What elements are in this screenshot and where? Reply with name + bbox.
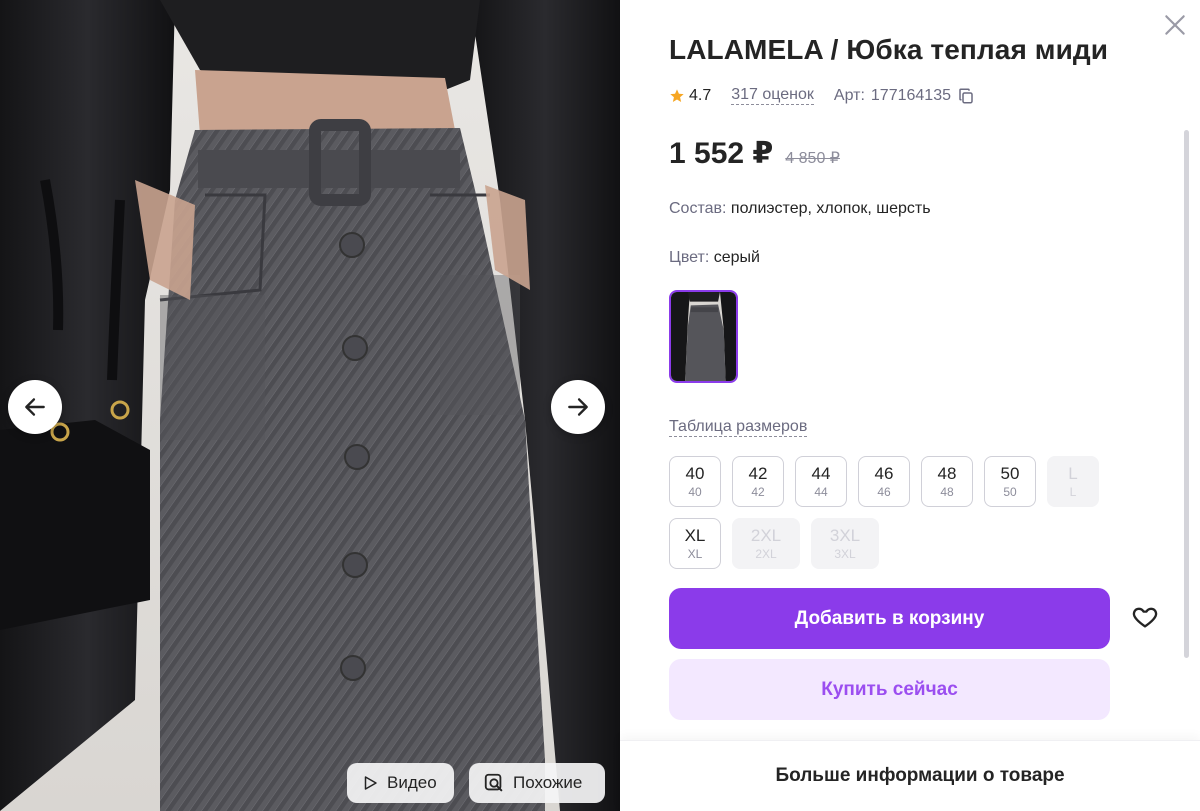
size-option-sublabel: 50 bbox=[1003, 484, 1017, 499]
size-option-label: 40 bbox=[685, 463, 705, 483]
size-option[interactable]: 48 48 bbox=[921, 456, 973, 507]
size-option-sublabel: 42 bbox=[751, 484, 765, 499]
size-option-sublabel: L bbox=[1069, 484, 1077, 499]
size-option[interactable]: 50 50 bbox=[984, 456, 1036, 507]
old-price: 4 850 ₽ bbox=[785, 150, 840, 167]
size-option[interactable]: 44 44 bbox=[795, 456, 847, 507]
article: Арт: 177164135 bbox=[834, 87, 975, 105]
product-photo bbox=[0, 0, 620, 811]
size-option[interactable]: 42 42 bbox=[732, 456, 784, 507]
more-info-button[interactable]: Больше информации о товаре bbox=[620, 740, 1200, 811]
size-option-label: 2XL bbox=[750, 525, 782, 545]
size-option-sublabel: 40 bbox=[688, 484, 702, 499]
similar-label: Похожие bbox=[513, 773, 583, 792]
play-icon bbox=[364, 776, 377, 790]
reviews-link[interactable]: 317 оценок bbox=[731, 86, 814, 105]
composition-value: полиэстер, хлопок, шерсть bbox=[730, 200, 931, 217]
buy-now-button[interactable]: Купить сейчас bbox=[669, 659, 1110, 720]
favorite-button[interactable] bbox=[1129, 601, 1161, 633]
size-option-sublabel: 46 bbox=[877, 484, 891, 499]
current-price: 1 552 ₽ bbox=[669, 137, 774, 170]
size-option-sublabel: 3XL bbox=[834, 546, 856, 561]
size-option-label: XL bbox=[684, 525, 706, 545]
color: Цвет: серый bbox=[669, 249, 760, 267]
size-option-sublabel: 48 bbox=[940, 484, 954, 499]
product-info-panel: LALAMELA / Юбка теплая миди 4.7 317 оцен… bbox=[620, 0, 1200, 811]
product-title: LALAMELA / Юбка теплая миди bbox=[669, 34, 1109, 65]
size-option: LL bbox=[1047, 456, 1099, 507]
size-option-label: 50 bbox=[1000, 463, 1020, 483]
star-icon bbox=[670, 88, 684, 102]
rating: 4.7 bbox=[669, 87, 711, 105]
size-option[interactable]: XL XL bbox=[669, 518, 721, 569]
heart-icon bbox=[1132, 607, 1158, 628]
size-option-label: 44 bbox=[811, 463, 831, 483]
arrow-left-icon bbox=[25, 398, 45, 416]
size-option-label: 42 bbox=[748, 463, 768, 483]
composition-label: Состав: bbox=[669, 200, 727, 217]
copy-icon[interactable] bbox=[957, 87, 975, 105]
article-number: 177164135 bbox=[870, 86, 951, 104]
article-label: Арт: bbox=[833, 86, 865, 104]
size-option: 2XL 2XL bbox=[732, 518, 800, 569]
color-label: Цвет: bbox=[669, 249, 710, 266]
size-selector: 40 40 42 42 44 44 46 46 48 48 50 50 L L XL XL 2XL 2XL 3XL 3… bbox=[669, 456, 1109, 569]
size-table-link[interactable]: Таблица размеров bbox=[669, 418, 808, 437]
size-option-label: 46 bbox=[874, 463, 894, 483]
product-meta: 4.7 317 оценок Арт: 177164135 bbox=[669, 86, 975, 105]
color-swatch-selected[interactable] bbox=[669, 290, 738, 383]
size-option[interactable]: 46 46 bbox=[858, 456, 910, 507]
gallery-next-button[interactable] bbox=[551, 380, 605, 434]
size-option: 3XL 3XL bbox=[811, 518, 879, 569]
arrow-right-icon bbox=[568, 398, 588, 416]
rating-value: 4.7 bbox=[689, 86, 712, 104]
size-option-sublabel: 44 bbox=[814, 484, 828, 499]
color-value: серый bbox=[713, 249, 760, 266]
size-option[interactable]: 40 40 bbox=[669, 456, 721, 507]
swatch-thumbnail bbox=[671, 292, 736, 381]
similar-search-icon bbox=[484, 773, 503, 792]
video-button[interactable]: Видео bbox=[347, 763, 454, 803]
similar-button[interactable]: Похожие bbox=[469, 763, 605, 803]
add-to-cart-button[interactable]: Добавить в корзину bbox=[669, 588, 1110, 649]
price-row: 1 552 ₽ 4 850 ₽ bbox=[669, 136, 840, 171]
size-option-label: 3XL bbox=[829, 525, 861, 545]
size-option-label: 48 bbox=[937, 463, 957, 483]
gallery-prev-button[interactable] bbox=[8, 380, 62, 434]
size-option-sublabel: XL bbox=[687, 546, 703, 561]
close-icon[interactable] bbox=[1162, 12, 1188, 38]
scrollbar[interactable] bbox=[1184, 130, 1189, 658]
size-option-label: L bbox=[1068, 463, 1078, 483]
composition: Состав: полиэстер, хлопок, шерсть bbox=[669, 200, 931, 218]
size-option-sublabel: 2XL bbox=[755, 546, 777, 561]
product-gallery: Видео Похожие bbox=[0, 0, 620, 811]
video-label: Видео bbox=[387, 773, 437, 792]
